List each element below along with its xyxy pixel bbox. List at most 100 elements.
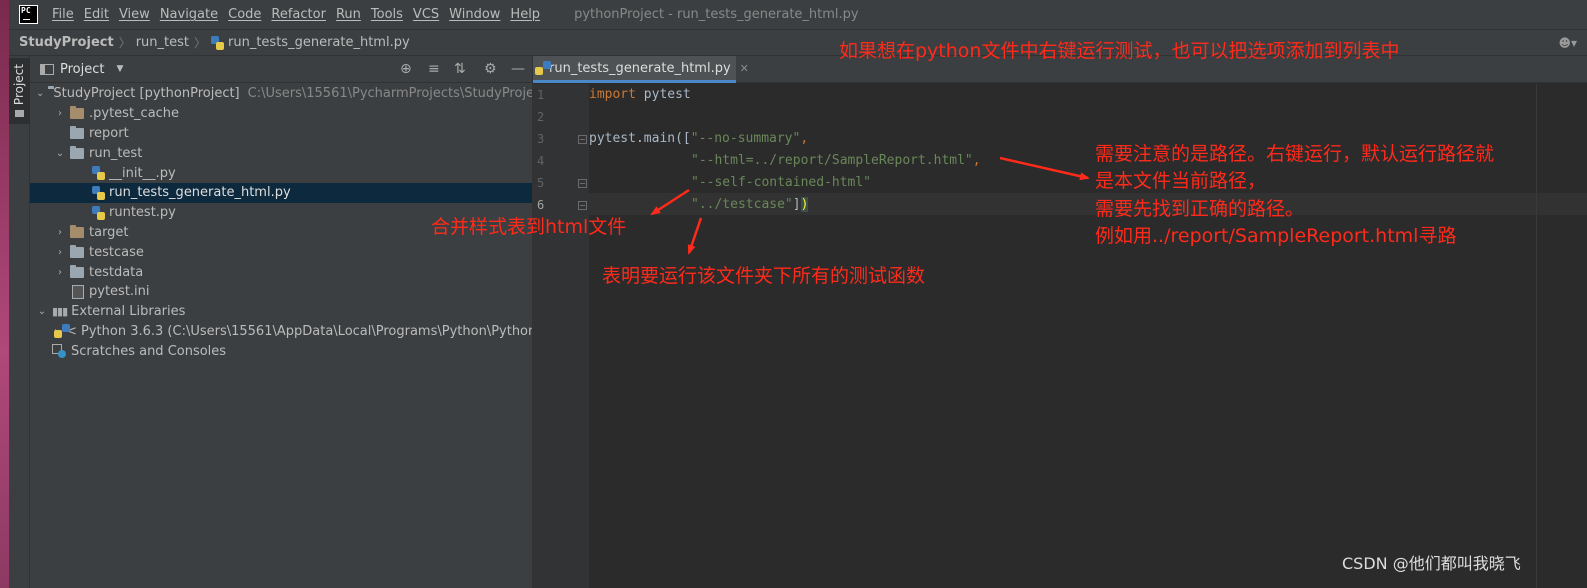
menu-vcs[interactable]: VCS: [413, 7, 439, 22]
chevron-right-icon[interactable]: ›: [54, 108, 66, 119]
folder-icon: [70, 264, 84, 278]
tree-item-testcase[interactable]: › testcase: [30, 242, 532, 262]
tree-item-path: C:\Users\15561\PycharmProjects\StudyProj…: [247, 86, 533, 102]
line-number: 6: [537, 198, 545, 212]
fold-toggle-icon[interactable]: −: [578, 179, 587, 188]
code-text: pytest: [635, 87, 691, 102]
code-string: "--no-summary": [690, 131, 801, 146]
annotation-path-note-line2: 是本文件当前路径，: [1095, 170, 1267, 192]
scratches-icon: [52, 344, 66, 359]
gear-icon[interactable]: ⚙: [484, 61, 497, 77]
menu-file[interactable]: File: [52, 7, 74, 22]
line-number: 2: [537, 110, 545, 124]
project-panel: Project ▼ ⊕ ≡ ⇅ ⚙ — ⌄ StudyProject [pyth…: [30, 56, 533, 588]
tree-item-init-py[interactable]: __init__.py: [30, 163, 532, 183]
python-file-icon: [211, 35, 225, 50]
close-icon[interactable]: ✕: [740, 62, 749, 75]
expand-all-icon[interactable]: ≡: [428, 61, 440, 77]
tree-item-studyproject[interactable]: ⌄ StudyProject [pythonProject] C:\Users\…: [30, 84, 532, 104]
code-string: "--self-contained-html": [691, 175, 872, 190]
chevron-right-icon[interactable]: ›: [54, 267, 66, 278]
project-view-icon: [40, 63, 54, 75]
code-line-4: "--html=../report/SampleReport.html",: [589, 153, 981, 168]
menu-bar: PC File Edit View Navigate Code Refactor…: [9, 0, 1587, 29]
watermark: CSDN @他们都叫我晓飞: [1342, 554, 1521, 573]
tree-item-scratches[interactable]: Scratches and Consoles: [30, 341, 532, 361]
tree-item-run-tests-generate-html[interactable]: run_tests_generate_html.py: [30, 182, 532, 203]
code-string: "--html=../report/SampleReport.html": [691, 153, 973, 168]
locate-icon[interactable]: ⊕: [400, 61, 412, 77]
menu-help[interactable]: Help: [510, 7, 540, 22]
right-margin-guide: [1536, 84, 1537, 588]
fold-toggle-icon[interactable]: −: [578, 201, 587, 210]
chevron-down-icon[interactable]: ⌄: [36, 306, 48, 317]
tree-item-label: __init__.py: [109, 165, 176, 181]
menu-navigate[interactable]: Navigate: [160, 7, 218, 22]
annotation-path-note-line3: 需要先找到正确的路径。: [1095, 198, 1305, 220]
project-panel-title[interactable]: Project: [60, 62, 104, 77]
tree-item-report[interactable]: report: [30, 124, 532, 144]
menu-edit[interactable]: Edit: [84, 7, 109, 22]
chevron-down-icon[interactable]: ⌄: [54, 148, 66, 159]
code-paren: ): [800, 197, 809, 212]
desktop-background-strip: [0, 0, 9, 588]
annotation-top-note: 如果想在python文件中右键运行测试，也可以把选项添加到列表中: [839, 40, 1400, 62]
tree-item-testdata[interactable]: › testdata: [30, 262, 532, 282]
tree-item-label: runtest.py: [109, 205, 176, 221]
tree-item-external-libraries[interactable]: ⌄ ▮▮▮ External Libraries: [30, 302, 532, 322]
menu-run[interactable]: Run: [336, 7, 361, 22]
tree-item-label: External Libraries: [71, 304, 186, 320]
tree-item-python-sdk[interactable]: › < Python 3.6.3 (C:\Users\15561\AppData…: [30, 322, 532, 342]
minimize-icon[interactable]: —: [511, 61, 525, 77]
folder-icon: [70, 106, 84, 120]
code-comma: ,: [800, 131, 809, 146]
python-file-icon: [92, 205, 105, 220]
breadcrumb-separator-icon: 〉: [194, 36, 207, 50]
tree-item-run-test[interactable]: ⌄ run_test: [30, 143, 532, 163]
chevron-down-icon[interactable]: ▼: [116, 64, 123, 74]
tree-item-label: pytest.ini: [89, 284, 150, 300]
annotation-path-note-line1: 需要注意的是路径。右键运行，默认运行路径就: [1095, 143, 1495, 165]
annotation-run-folder-note: 表明要运行该文件夹下所有的测试函数: [602, 265, 926, 287]
tree-item-pytest-ini[interactable]: pytest.ini: [30, 282, 532, 302]
code-bracket: ]: [792, 197, 801, 212]
fold-toggle-icon[interactable]: −: [578, 135, 587, 144]
tab-run-tests-generate-html[interactable]: run_tests_generate_html.py ✕: [533, 56, 749, 83]
collapse-all-icon[interactable]: ⇅: [454, 61, 466, 77]
line-number: 5: [537, 176, 545, 190]
breadcrumb-folder[interactable]: run_test: [136, 35, 189, 50]
chevron-right-icon[interactable]: ›: [54, 227, 66, 238]
tree-item-label: run_tests_generate_html.py: [109, 185, 291, 201]
breadcrumb-project[interactable]: StudyProject: [19, 35, 114, 50]
project-tool-label: Project: [12, 64, 26, 106]
pycharm-logo-icon[interactable]: PC: [19, 5, 38, 24]
breadcrumb-file[interactable]: run_tests_generate_html.py: [228, 35, 410, 50]
tree-item-label: target: [89, 224, 129, 240]
code-editor[interactable]: run_tests_generate_html.py ✕ 1 2 3 4 5 6…: [533, 56, 1587, 588]
project-tool-button[interactable]: Project: [9, 58, 30, 124]
tree-item-label: .pytest_cache: [89, 106, 180, 122]
line-number: 1: [537, 88, 545, 102]
code-line-5: "--self-contained-html": [589, 175, 871, 190]
menu-view[interactable]: View: [119, 7, 150, 22]
code-line-3: pytest.main(["--no-summary",: [589, 131, 808, 146]
tool-window-strip: Project: [9, 56, 30, 588]
menu-code[interactable]: Code: [228, 7, 261, 22]
code-text: pytest.main(: [589, 131, 683, 146]
chevron-right-icon[interactable]: ›: [54, 247, 66, 258]
folder-icon: [70, 244, 84, 258]
menu-window[interactable]: Window: [449, 7, 500, 22]
python-file-icon: [92, 166, 105, 181]
tree-item-pytest-cache[interactable]: › .pytest_cache: [30, 104, 532, 124]
chevron-down-icon[interactable]: ⌄: [36, 88, 44, 99]
user-icon[interactable]: ☻▾: [1558, 36, 1577, 50]
code-bracket: [: [682, 131, 691, 146]
line-number: 4: [537, 154, 545, 168]
folder-icon: [70, 125, 84, 139]
menu-tools[interactable]: Tools: [371, 7, 403, 22]
tree-item-label: run_test: [89, 145, 143, 161]
code-comma: ,: [972, 153, 981, 168]
library-icon: ▮▮▮: [52, 305, 68, 319]
breadcrumb-separator-icon: 〉: [118, 36, 131, 50]
menu-refactor[interactable]: Refactor: [271, 7, 326, 22]
